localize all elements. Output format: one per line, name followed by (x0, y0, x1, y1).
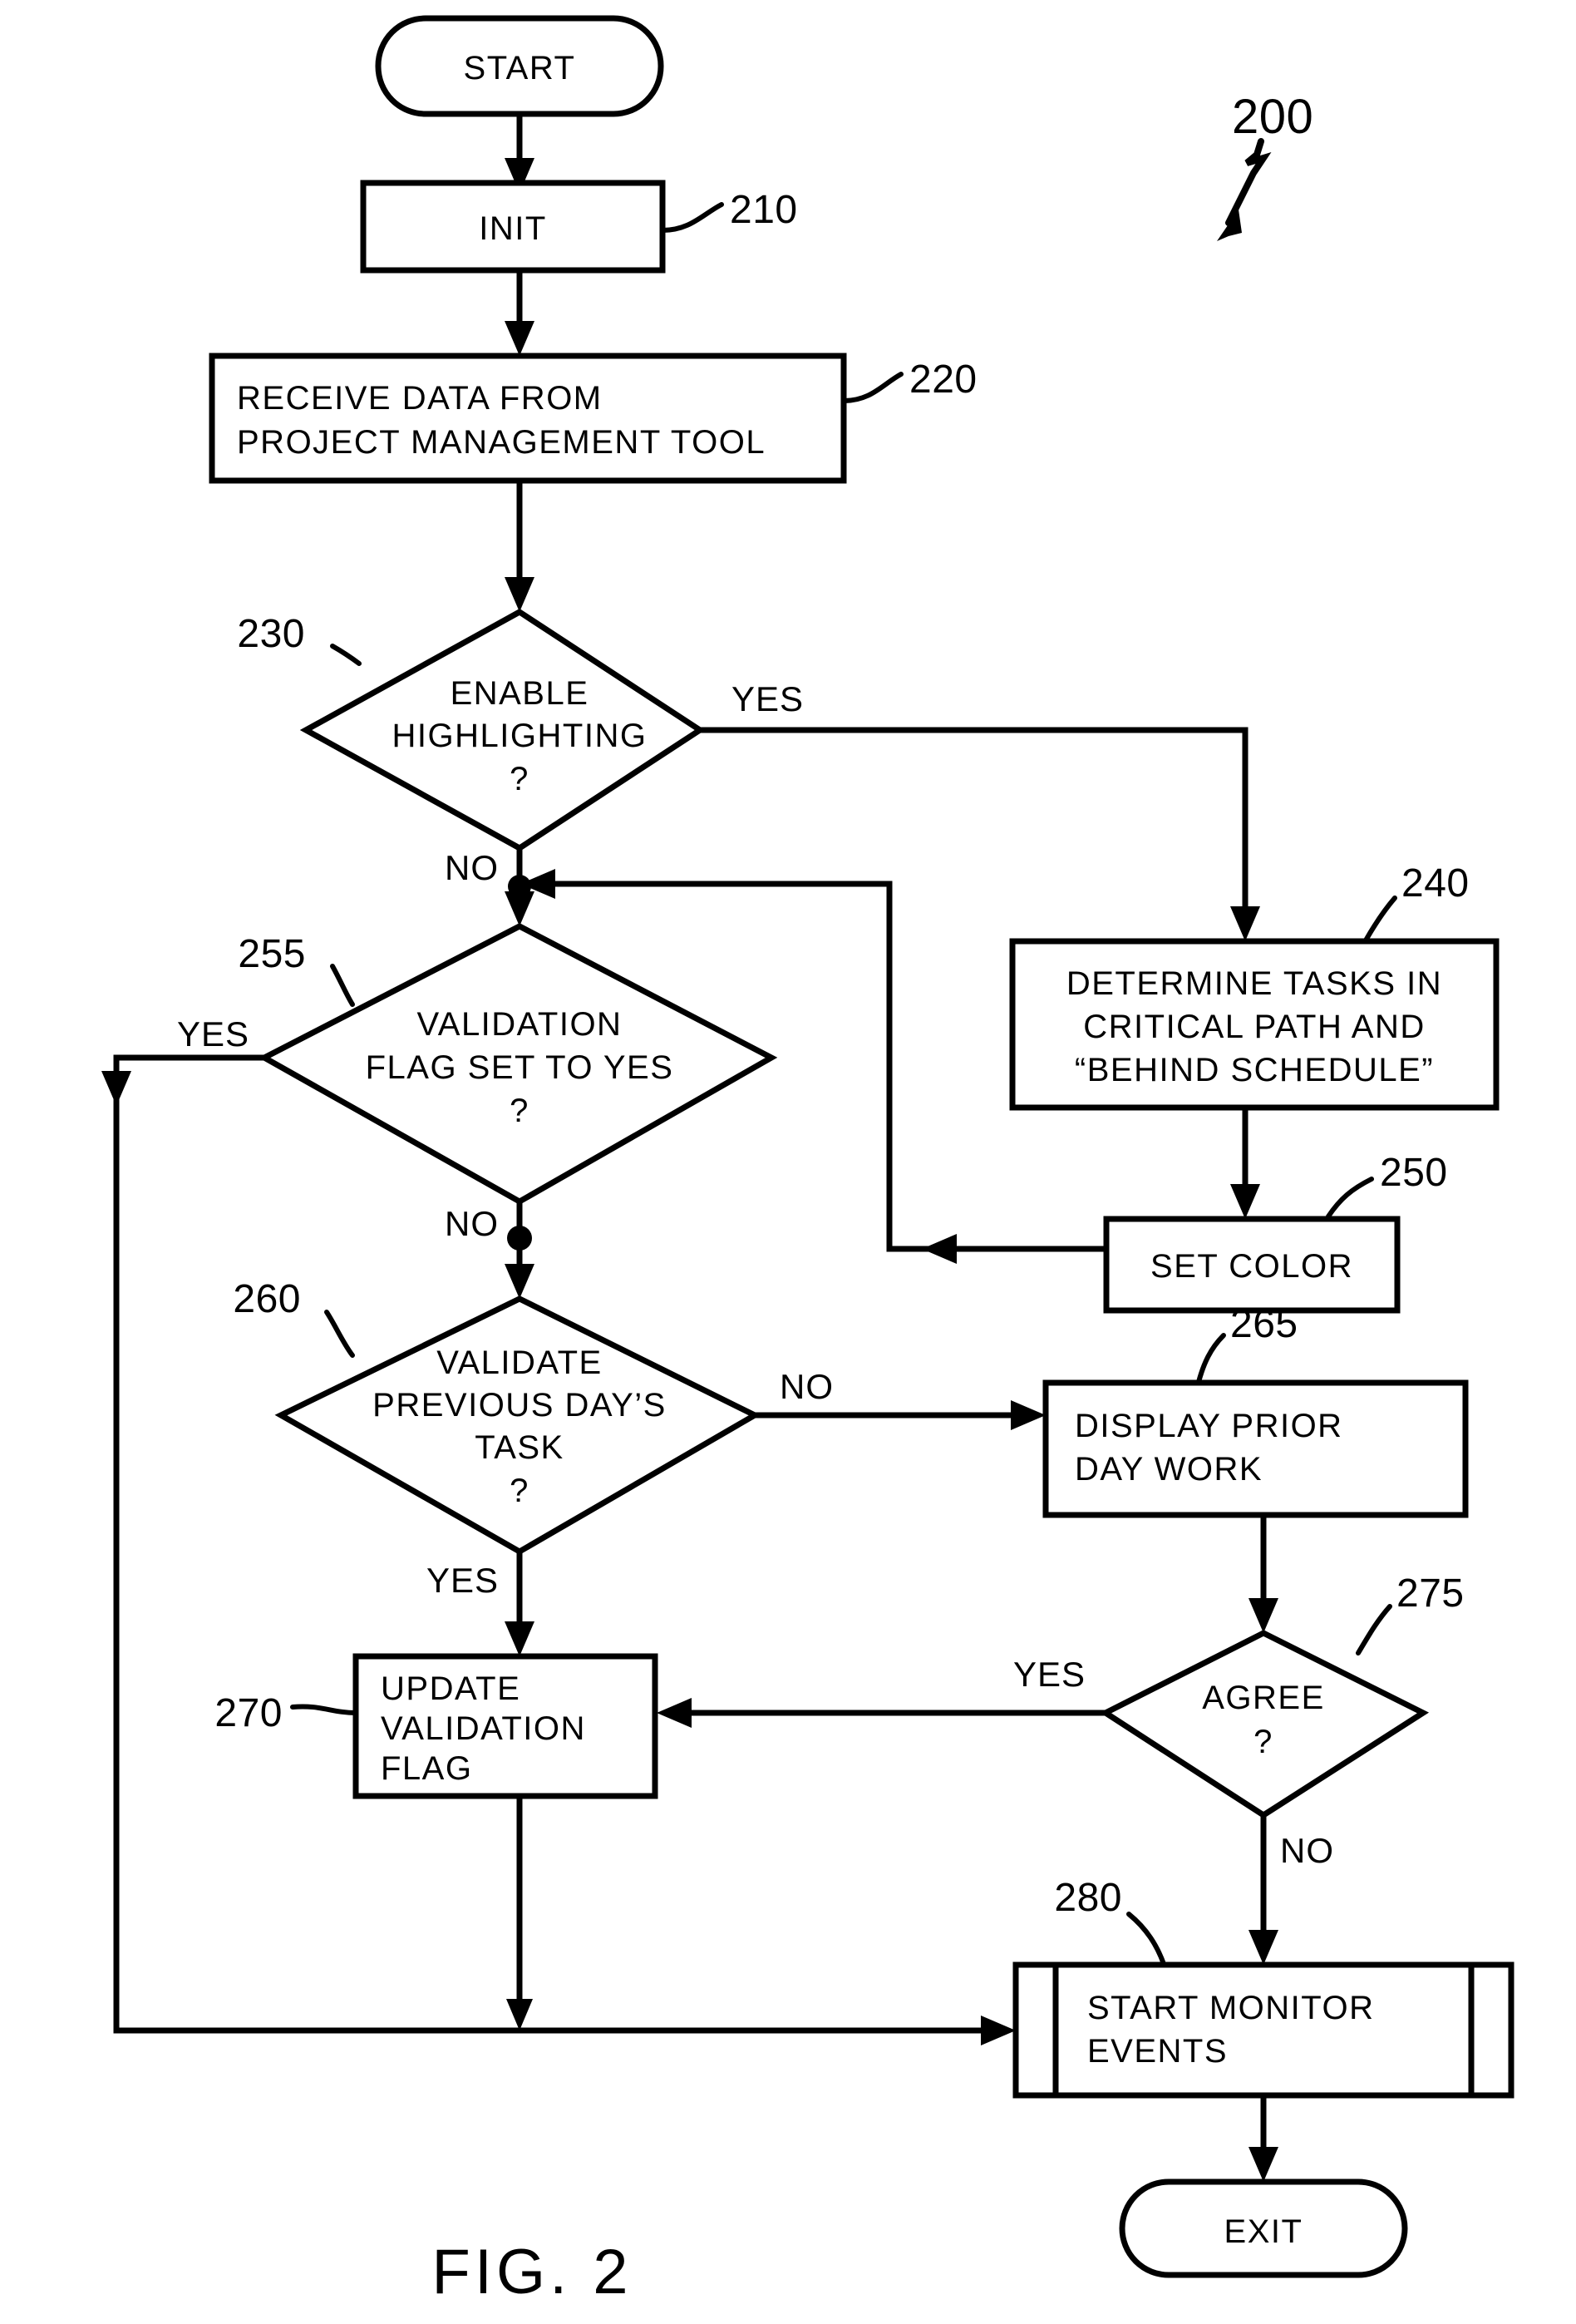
node-display-prior-day-work[interactable]: DISPLAY PRIOR DAY WORK (1042, 1379, 1469, 1518)
connector-valflag-no-to-validate (505, 1201, 534, 1299)
node-determine-tasks-line3: “BEHIND SCHEDULE” (1075, 1052, 1434, 1088)
ref-number-200: 200 (1232, 90, 1313, 144)
node-update-validation-flag-line3: FLAG (381, 1750, 472, 1787)
node-exit-label: EXIT (1224, 2213, 1303, 2250)
ref-number-230: 230 (237, 612, 305, 656)
node-validate-previous-day-line1: VALIDATE (436, 1345, 602, 1381)
flowchart-canvas: START INIT 210 RECEIVE DATA FROM PROJECT… (101, 15, 1514, 2307)
branch-label-agree-yes: YES (1013, 1655, 1086, 1694)
node-start[interactable]: START (375, 15, 664, 117)
ref-number-220: 220 (909, 358, 978, 402)
connector-display-to-agree (1248, 1515, 1278, 1633)
node-receive-data[interactable]: RECEIVE DATA FROM PROJECT MANAGEMENT TOO… (209, 353, 847, 484)
node-enable-highlighting[interactable]: ENABLE HIGHLIGHTING ? (299, 608, 706, 852)
ref-leader-275: 275 (1356, 1572, 1465, 1655)
ref-number-250: 250 (1380, 1151, 1448, 1195)
node-display-prior-day-work-line2: DAY WORK (1075, 1451, 1263, 1488)
node-validate-previous-day-line2: PREVIOUS DAY’S (372, 1387, 667, 1424)
ref-number-260: 260 (233, 1277, 301, 1321)
connector-receive-to-enable (505, 481, 534, 612)
node-validation-flag-line3: ? (510, 1093, 529, 1129)
node-start-monitor-events-line2: EVENTS (1087, 2033, 1228, 2070)
connector-agree-yes-to-updateflag (657, 1698, 1106, 1728)
diagram-ref-200: 200 (1217, 90, 1313, 241)
node-receive-data-line1: RECEIVE DATA FROM (237, 380, 603, 417)
connector-valflag-yes-to-startmonitor (101, 1054, 1016, 2045)
node-update-validation-flag-line2: VALIDATION (381, 1710, 586, 1747)
ref-number-255: 255 (238, 932, 306, 976)
node-set-color[interactable]: SET COLOR (1103, 1216, 1401, 1314)
branch-label-agree-no: NO (1280, 1831, 1334, 1870)
connector-startmonitor-to-exit (1248, 2095, 1278, 2182)
ref-leader-230: 230 (237, 612, 362, 666)
branch-label-enable-no: NO (445, 848, 499, 887)
ref-leader-255: 255 (238, 932, 355, 1007)
node-enable-highlighting-line1: ENABLE (451, 675, 589, 712)
node-validate-previous-day-line3: TASK (475, 1429, 564, 1466)
branch-label-valflag-yes: YES (177, 1014, 249, 1053)
node-agree-line2: ? (1253, 1724, 1273, 1760)
node-init-label: INIT (479, 210, 547, 247)
node-validate-previous-day-line4: ? (510, 1473, 529, 1509)
ref-number-275: 275 (1396, 1572, 1465, 1616)
node-determine-tasks[interactable]: DETERMINE TASKS IN CRITICAL PATH AND “BE… (1009, 938, 1500, 1111)
node-start-monitor-events-line1: START MONITOR (1087, 1990, 1374, 2026)
figure-caption: FIG. 2 (431, 2237, 632, 2307)
node-agree-line1: AGREE (1202, 1680, 1325, 1716)
node-update-validation-flag[interactable]: UPDATE VALIDATION FLAG (352, 1653, 658, 1799)
node-enable-highlighting-line3: ? (510, 761, 529, 797)
node-set-color-label: SET COLOR (1150, 1248, 1353, 1285)
ref-leader-270: 270 (214, 1691, 358, 1735)
ref-leader-250: 250 (1326, 1151, 1448, 1219)
node-agree[interactable]: AGREE ? (1099, 1630, 1430, 1819)
patent-figure: START INIT 210 RECEIVE DATA FROM PROJECT… (0, 0, 1576, 2324)
ref-leader-280: 280 (1054, 1876, 1166, 1966)
node-validation-flag[interactable]: VALIDATION FLAG SET TO YES ? (258, 923, 778, 1206)
ref-number-270: 270 (214, 1691, 283, 1735)
ref-leader-240: 240 (1363, 861, 1470, 943)
connector-enable-no-to-valflag (505, 848, 534, 926)
node-init[interactable]: INIT (360, 180, 666, 274)
node-validation-flag-line2: FLAG SET TO YES (366, 1049, 674, 1086)
ref-leader-260: 260 (233, 1277, 355, 1358)
connector-enable-yes-to-determine (700, 727, 1260, 941)
node-receive-data-line2: PROJECT MANAGEMENT TOOL (237, 424, 766, 461)
node-determine-tasks-line1: DETERMINE TASKS IN (1066, 965, 1442, 1002)
node-validate-previous-day[interactable]: VALIDATE PREVIOUS DAY’S TASK ? (274, 1295, 761, 1556)
ref-leader-265: 265 (1196, 1302, 1298, 1384)
branch-label-enable-yes: YES (731, 679, 804, 718)
node-start-label: START (464, 50, 576, 86)
node-validation-flag-line1: VALIDATION (417, 1006, 623, 1043)
ref-leader-210: 210 (660, 188, 798, 233)
connector-init-to-receive (505, 270, 534, 356)
ref-number-265: 265 (1230, 1302, 1298, 1346)
node-exit[interactable]: EXIT (1119, 2178, 1408, 2278)
connector-updateflag-to-bottom-rail (506, 1796, 533, 2030)
node-enable-highlighting-line2: HIGHLIGHTING (392, 718, 648, 754)
connector-determine-to-setcolor (1230, 1108, 1260, 1219)
ref-number-240: 240 (1401, 861, 1470, 905)
connector-validate-yes-to-updateflag (505, 1552, 534, 1656)
ref-leader-220: 220 (841, 358, 978, 403)
branch-label-valflag-no: NO (445, 1204, 499, 1243)
branch-label-validate-no: NO (780, 1367, 834, 1406)
branch-label-validate-yes: YES (426, 1561, 499, 1600)
node-display-prior-day-work-line1: DISPLAY PRIOR (1075, 1408, 1343, 1444)
connector-agree-no-to-startmonitor (1248, 1815, 1278, 1965)
node-start-monitor-events[interactable]: START MONITOR EVENTS (1012, 1961, 1514, 2099)
node-determine-tasks-line2: CRITICAL PATH AND (1083, 1009, 1425, 1045)
node-update-validation-flag-line1: UPDATE (381, 1670, 520, 1707)
ref-number-280: 280 (1054, 1876, 1122, 1920)
ref-number-210: 210 (730, 188, 798, 232)
